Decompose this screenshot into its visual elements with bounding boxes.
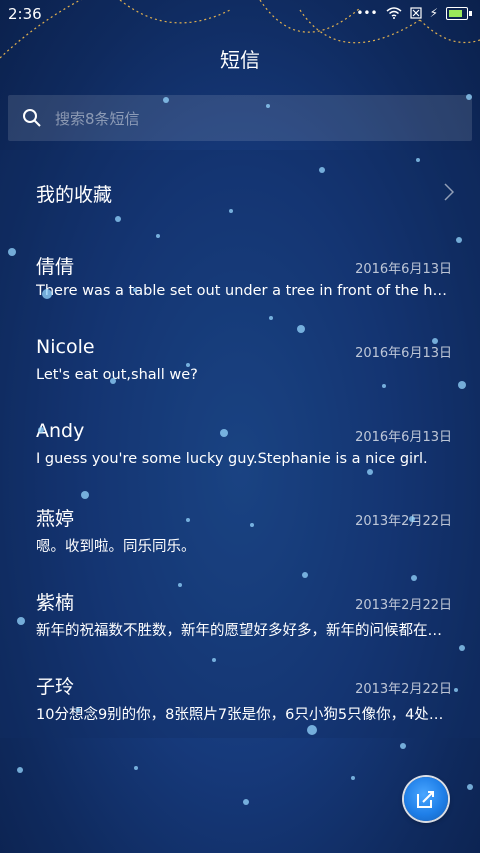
message-preview: 嗯。收到啦。同乐同乐。 (36, 539, 196, 555)
charging-icon: ⚡ (429, 6, 438, 20)
conversation-item[interactable]: 倩倩 2016年6月13日 There was a table set out … (0, 234, 480, 318)
message-date: 2013年2月22日 (355, 682, 452, 697)
conversation-item[interactable]: Nicole 2016年6月13日 Let's eat out,shall we… (0, 318, 480, 402)
message-preview: Let's eat out,shall we? (36, 367, 198, 383)
conversation-item[interactable]: 子玲 2013年2月22日 10分想念9别的你，8张照片7张是你，6只小狗5只像… (0, 654, 480, 738)
message-date: 2013年2月22日 (355, 514, 452, 529)
message-preview: 10分想念9别的你，8张照片7张是你，6只小狗5只像你，4处找你 (36, 707, 454, 723)
sim-off-icon (409, 7, 422, 19)
message-date: 2016年6月13日 (355, 430, 452, 445)
status-bar: 2:36 ••• ⚡ (0, 0, 480, 28)
message-date: 2016年6月13日 (355, 346, 452, 361)
message-preview: 新年的祝福数不胜数，新年的愿望好多好多，新年的问候都在这里 (36, 623, 454, 639)
conversation-item[interactable]: 紫楠 2013年2月22日 新年的祝福数不胜数，新年的愿望好多好多，新年的问候都… (0, 570, 480, 654)
contact-name: 倩倩 (36, 256, 75, 278)
chevron-right-icon (444, 183, 454, 201)
favorites-label: 我的收藏 (36, 184, 113, 206)
conversation-item[interactable]: Andy 2016年6月13日 I guess you're some luck… (0, 402, 480, 486)
message-preview: I guess you're some lucky guy.Stephanie … (36, 451, 428, 467)
status-icons: ••• ⚡ (356, 6, 472, 20)
search-input[interactable] (53, 105, 457, 133)
battery-icon (446, 6, 468, 20)
favorites-row[interactable]: 我的收藏 (0, 150, 480, 234)
compose-button[interactable] (404, 777, 448, 821)
conversation-item[interactable]: 燕婷 2013年2月22日 嗯。收到啦。同乐同乐。 (0, 486, 480, 570)
compose-icon (417, 791, 434, 808)
message-date: 2013年2月22日 (355, 598, 452, 613)
message-date: 2016年6月13日 (355, 262, 452, 277)
contact-name: 紫楠 (36, 592, 75, 614)
search-icon (23, 109, 41, 127)
contact-name: 子玲 (36, 676, 75, 698)
wifi-icon (386, 7, 402, 19)
contact-name: 燕婷 (36, 508, 75, 530)
battery-tip (469, 10, 472, 16)
search-bar[interactable] (8, 95, 472, 141)
contact-name: Nicole (36, 336, 95, 358)
more-dots-icon: ••• (356, 6, 378, 20)
message-preview: There was a table set out under a tree i… (36, 283, 454, 299)
conversation-list: 我的收藏 倩倩 2016年6月13日 There was a table set… (0, 150, 480, 738)
contact-name: Andy (36, 420, 85, 442)
page-title: 短信 (220, 48, 260, 72)
status-time: 2:36 (8, 5, 42, 23)
